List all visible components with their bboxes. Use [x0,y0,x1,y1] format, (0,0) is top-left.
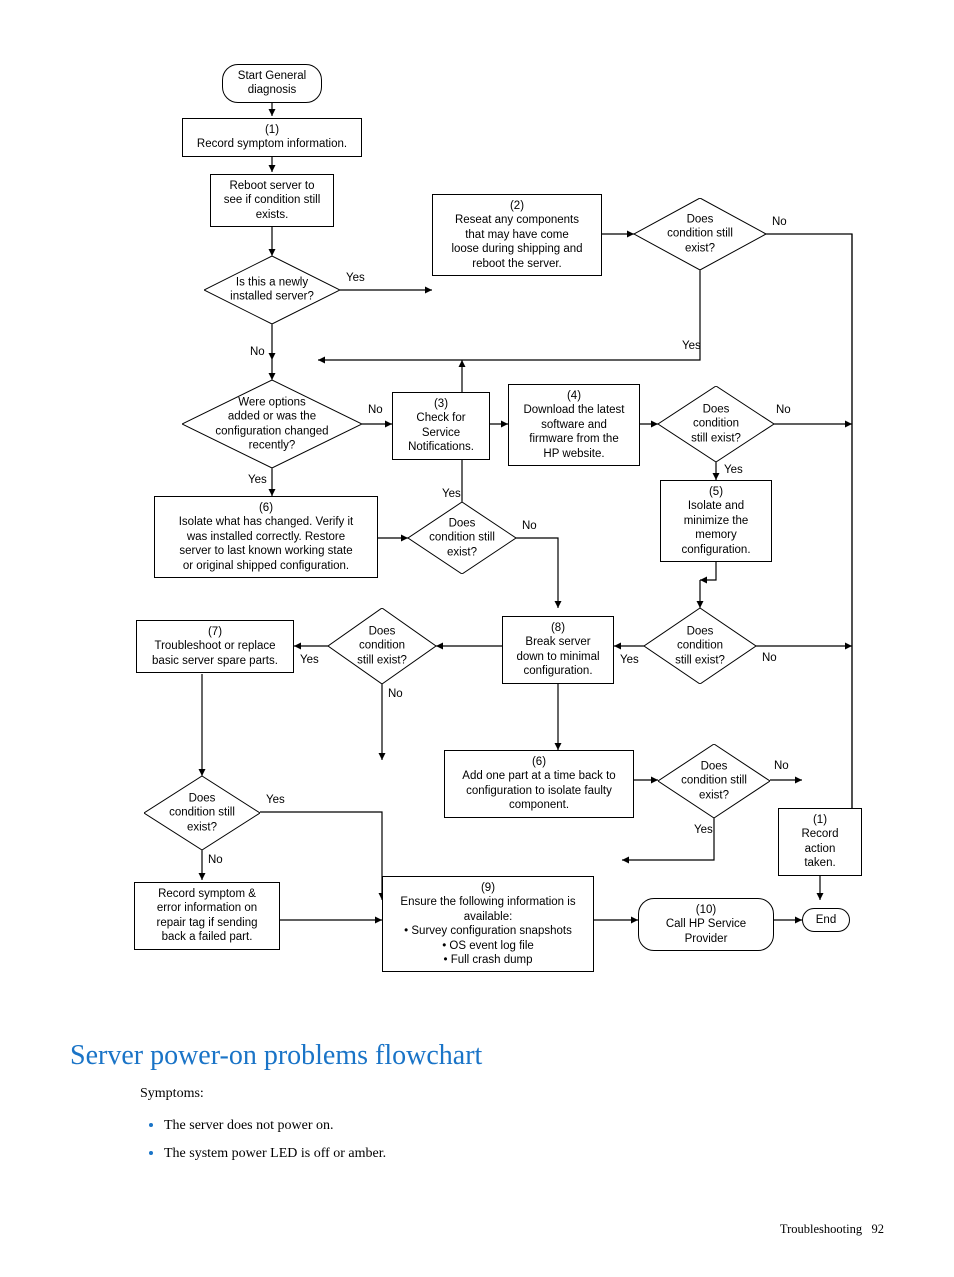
node-8-minimal-config: (8)Break serverdown to minimalconfigurat… [502,616,614,684]
label-no: No [388,688,403,700]
node-end: End [802,908,850,932]
text: (6)Isolate what has changed. Verify itwa… [179,502,354,572]
label-yes: Yes [346,272,365,284]
text: Doescondition stillexist? [669,759,759,802]
text: Doescondition stillexist? [419,516,505,559]
footer-page-number: 92 [872,1222,885,1236]
node-2-reseat: (2)Reseat any componentsthat may have co… [432,194,602,276]
label-yes: Yes [266,794,285,806]
node-4-download-fw: (4)Download the latestsoftware andfirmwa… [508,384,640,466]
decision-newly-installed: Is this a newlyinstalled server? [204,256,340,324]
label-no: No [774,760,789,772]
decision-cond-1: Doescondition stillexist? [634,198,766,270]
text: (9)Ensure the following information isav… [400,882,575,966]
node-6b-add-part: (6)Add one part at a time back toconfigu… [444,750,634,818]
symptoms-list: The server does not power on. The system… [140,1116,884,1162]
text: (3)Check forServiceNotifications. [408,398,474,453]
node-6-isolate-change: (6)Isolate what has changed. Verify itwa… [154,496,378,578]
node-5-isolate-memory: (5)Isolate andminimize thememoryconfigur… [660,480,772,562]
decision-cond-4: Doesconditionstill exist? [328,608,436,684]
node-1b-record-action: (1)Record actiontaken. [778,808,862,876]
label-yes: Yes [620,654,639,666]
label-yes: Yes [300,654,319,666]
node-3-service-notif: (3)Check forServiceNotifications. [392,392,490,460]
label-no: No [776,404,791,416]
label-yes: Yes [694,824,713,836]
text: (7)Troubleshoot or replacebasic server s… [152,626,278,667]
label-no: No [250,346,265,358]
decision-cond-7: Doescondition stillexist? [658,744,770,818]
text: (4)Download the latestsoftware andfirmwa… [523,390,624,460]
label-no: No [772,216,787,228]
node-9-ensure-info: (9)Ensure the following information isav… [382,876,594,972]
section-heading: Server power-on problems flowchart [70,1040,884,1072]
footer-section: Troubleshooting [780,1222,862,1236]
node-reboot-server: Reboot server tosee if condition stillex… [210,174,334,227]
node-7-troubleshoot: (7)Troubleshoot or replacebasic server s… [136,620,294,673]
text: (5)Isolate andminimize thememoryconfigur… [681,486,750,556]
label-yes: Yes [442,488,461,500]
text: Record symptom &error information onrepa… [156,888,257,943]
label-yes: Yes [724,464,743,476]
decision-options-added: Were optionsadded or was theconfiguratio… [182,380,362,468]
label-yes: Yes [248,474,267,486]
text: Doescondition stillexist? [647,212,753,255]
label-no: No [208,854,223,866]
text: (10)Call HP ServiceProvider [666,904,746,945]
text: Doescondition stillexist? [156,791,249,834]
text: Start Generaldiagnosis [238,70,306,96]
label-no: No [762,652,777,664]
symptom-item: The system power LED is off or amber. [164,1144,884,1162]
text: (2)Reseat any componentsthat may have co… [451,200,582,270]
decision-cond-3: Doescondition stillexist? [408,502,516,574]
general-diagnosis-flowchart: Start Generaldiagnosis (1)Record symptom… [82,60,872,1020]
node-1-record-symptom: (1)Record symptom information. [182,118,362,157]
label-no: No [522,520,537,532]
text: Reboot server tosee if condition stillex… [224,180,321,221]
symptoms-label: Symptoms: [140,1086,884,1102]
node-10-call-hp: (10)Call HP ServiceProvider [638,898,774,951]
node-start: Start Generaldiagnosis [222,64,322,103]
text: (8)Break serverdown to minimalconfigurat… [516,622,599,677]
label-no: No [368,404,383,416]
text: Doesconditionstill exist? [670,402,763,445]
text: Is this a newlyinstalled server? [218,276,327,305]
text: (1)Record symptom information. [197,124,347,150]
decision-cond-5: Doesconditionstill exist? [644,608,756,684]
text: End [816,914,836,926]
text: Were optionsadded or was theconfiguratio… [200,395,344,453]
text: (6)Add one part at a time back toconfigu… [462,756,615,811]
text: (1)Record actiontaken. [801,814,838,869]
text: Doesconditionstill exist? [655,624,745,667]
label-yes: Yes [682,340,701,352]
node-record-tag: Record symptom &error information onrepa… [134,882,280,950]
text: Doesconditionstill exist? [339,624,425,667]
symptom-item: The server does not power on. [164,1116,884,1134]
decision-cond-6: Doescondition stillexist? [144,776,260,850]
decision-cond-2: Doesconditionstill exist? [658,386,774,462]
